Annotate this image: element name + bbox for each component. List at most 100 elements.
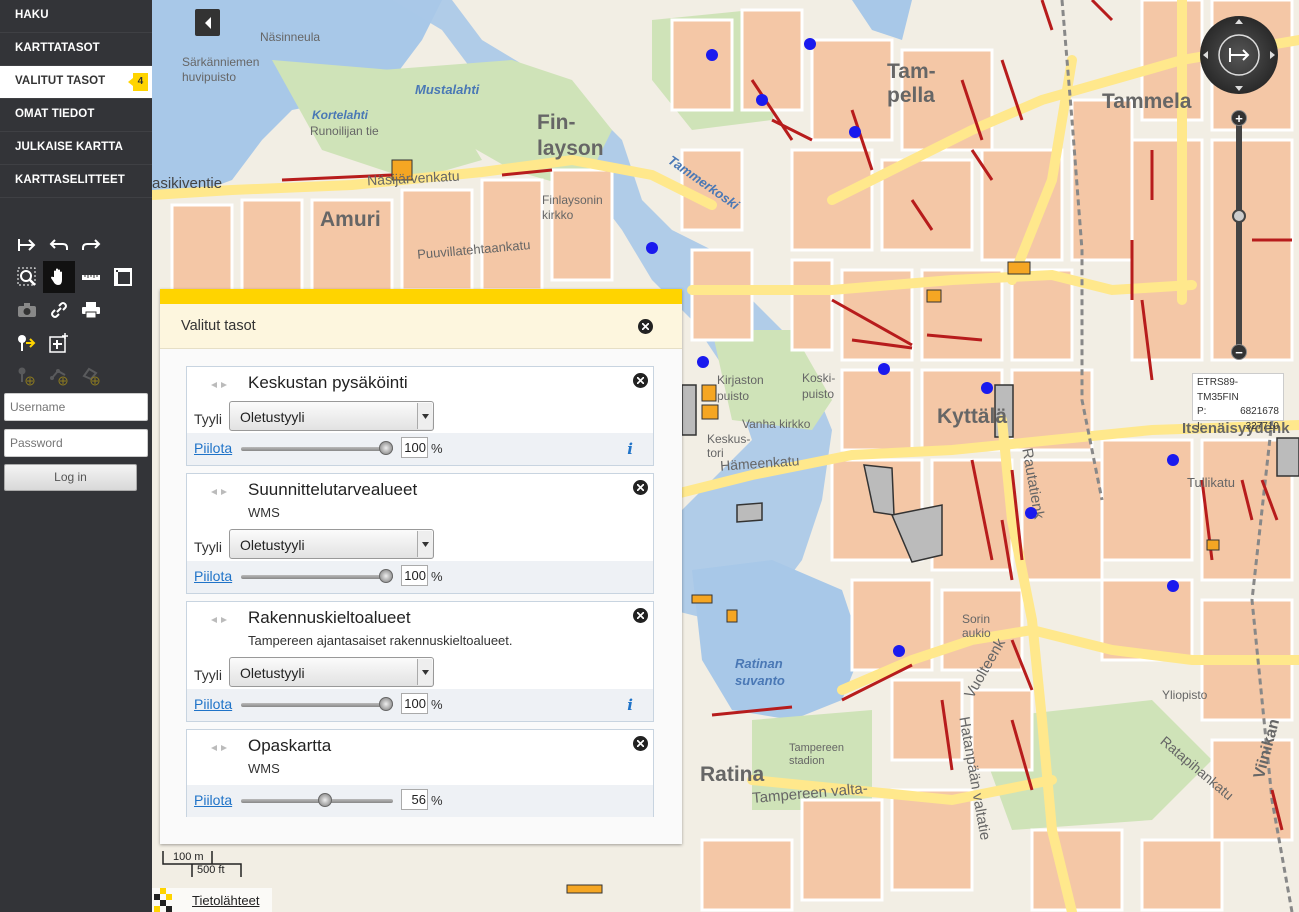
- parking-point[interactable]: [697, 356, 709, 368]
- map-label-sorin-aukio: Sorin aukio: [962, 612, 991, 640]
- dropdown-arrow-icon: [421, 541, 429, 547]
- hide-layer-link[interactable]: Piilota: [194, 696, 232, 712]
- parking-point[interactable]: [981, 382, 993, 394]
- layer-name: Opaskartta: [248, 736, 332, 755]
- close-icon: [637, 740, 644, 747]
- parking-point[interactable]: [1167, 454, 1179, 466]
- screenshot-button[interactable]: [11, 294, 43, 326]
- close-icon: [637, 612, 644, 619]
- info-icon[interactable]: i: [627, 696, 633, 714]
- menu-label: VALITUT TASOT: [15, 75, 106, 87]
- zoom-box-button[interactable]: [11, 261, 43, 293]
- measure-area-button[interactable]: [107, 261, 139, 293]
- selected-layers-panel: Valitut tasot Keskustan pysäköinti Tyyli…: [160, 289, 682, 844]
- layer-item: Suunnittelutarvealueet WMS Tyyli Oletust…: [186, 473, 654, 594]
- zoom-slider-handle[interactable]: [1232, 209, 1246, 223]
- print-button[interactable]: [75, 294, 107, 326]
- style-select[interactable]: Oletustyyli: [229, 529, 434, 559]
- draw-line-icon: [50, 369, 68, 386]
- attribution-bar: Tietolähteet: [152, 888, 272, 912]
- remove-layer-button[interactable]: [633, 608, 648, 623]
- drag-handle-icon[interactable]: [211, 487, 227, 497]
- menu-haku[interactable]: HAKU: [0, 0, 152, 33]
- info-icon[interactable]: i: [627, 440, 633, 458]
- layer-subtitle: WMS: [248, 505, 280, 520]
- map-label-tammela: Tammela: [1102, 90, 1192, 113]
- draw-area-button[interactable]: [75, 360, 107, 392]
- hide-layer-link[interactable]: Piilota: [194, 792, 232, 808]
- menu-karttaselitteet[interactable]: KARTTASELITTEET: [0, 165, 152, 198]
- map-label-tullikatu: Tullikatu: [1187, 475, 1235, 490]
- link-button[interactable]: [43, 294, 75, 326]
- attribution-link[interactable]: Tietolähteet: [192, 893, 259, 908]
- opacity-input[interactable]: 56: [401, 789, 428, 810]
- opacity-slider-knob[interactable]: [379, 441, 393, 455]
- draw-line-button[interactable]: [43, 360, 75, 392]
- opacity-slider[interactable]: [241, 569, 393, 583]
- collapse-sidebar-button[interactable]: [195, 9, 220, 36]
- pan-control[interactable]: [1200, 16, 1278, 94]
- opacity-slider-knob[interactable]: [379, 569, 393, 583]
- parking-point[interactable]: [893, 645, 905, 657]
- opacity-slider[interactable]: [241, 793, 393, 807]
- drawing-tools: [11, 360, 107, 392]
- parking-point[interactable]: [849, 126, 861, 138]
- close-icon: [637, 377, 644, 384]
- panel-close-button[interactable]: [638, 319, 653, 334]
- parking-point[interactable]: [1167, 580, 1179, 592]
- dropdown-arrow-icon: [421, 413, 429, 419]
- undo-button[interactable]: [43, 229, 75, 261]
- opacity-input[interactable]: 100: [401, 693, 428, 714]
- hide-layer-link[interactable]: Piilota: [194, 440, 232, 456]
- login-button[interactable]: Log in: [4, 464, 137, 491]
- remove-layer-button[interactable]: [633, 373, 648, 388]
- remove-layer-button[interactable]: [633, 480, 648, 495]
- percent-sign: %: [431, 569, 443, 584]
- panel-title: Valitut tasot: [181, 318, 256, 334]
- drag-handle-icon[interactable]: [211, 743, 227, 753]
- opacity-input[interactable]: 100: [401, 437, 428, 458]
- parking-point[interactable]: [804, 38, 816, 50]
- add-marker-button[interactable]: [11, 327, 43, 359]
- redo-button[interactable]: [75, 229, 107, 261]
- opacity-slider-knob[interactable]: [379, 697, 393, 711]
- reset-view-icon: [18, 239, 36, 251]
- menu-valitut-tasot[interactable]: VALITUT TASOT 4: [0, 66, 152, 99]
- reset-view-button[interactable]: [11, 229, 43, 261]
- menu-karttatasot[interactable]: KARTTATASOT: [0, 33, 152, 66]
- close-icon: [637, 484, 644, 491]
- parking-point[interactable]: [646, 242, 658, 254]
- map-label-yliopisto: Yliopisto: [1162, 688, 1208, 702]
- menu-omat-tiedot[interactable]: OMAT TIEDOT: [0, 99, 152, 132]
- measure-line-button[interactable]: [75, 261, 107, 293]
- pan-tool-button[interactable]: [43, 261, 75, 293]
- username-field[interactable]: [4, 393, 148, 421]
- map-label-kirjastonpuisto: Kirjaston puisto: [717, 373, 764, 403]
- drag-handle-icon[interactable]: [211, 615, 227, 625]
- parking-point[interactable]: [756, 94, 768, 106]
- map-label-asikiventie: asikiventie: [152, 175, 223, 192]
- opacity-row: Piilota 56 %: [187, 785, 653, 817]
- password-field[interactable]: [4, 429, 148, 457]
- style-label: Tyyli: [194, 539, 222, 555]
- zoom-in-button[interactable]: +: [1231, 110, 1247, 126]
- opacity-input[interactable]: 100: [401, 565, 428, 586]
- opacity-slider[interactable]: [241, 441, 393, 455]
- parking-point[interactable]: [878, 363, 890, 375]
- zoom-slider-track[interactable]: [1236, 113, 1242, 353]
- map-label-ratinan-suvanto: Ratinan suvanto: [735, 656, 785, 688]
- opacity-slider[interactable]: [241, 697, 393, 711]
- draw-area-icon: [82, 367, 100, 386]
- coordinate-tool-button[interactable]: [43, 327, 75, 359]
- zoom-out-button[interactable]: −: [1231, 344, 1247, 360]
- style-select[interactable]: Oletustyyli: [229, 657, 434, 687]
- draw-point-button[interactable]: [11, 360, 43, 392]
- parking-point[interactable]: [706, 49, 718, 61]
- opacity-slider-knob[interactable]: [318, 793, 332, 807]
- parking-point[interactable]: [1025, 507, 1037, 519]
- remove-layer-button[interactable]: [633, 736, 648, 751]
- menu-julkaise-kartta[interactable]: JULKAISE KARTTA: [0, 132, 152, 165]
- drag-handle-icon[interactable]: [211, 380, 227, 390]
- hide-layer-link[interactable]: Piilota: [194, 568, 232, 584]
- style-select[interactable]: Oletustyyli: [229, 401, 434, 431]
